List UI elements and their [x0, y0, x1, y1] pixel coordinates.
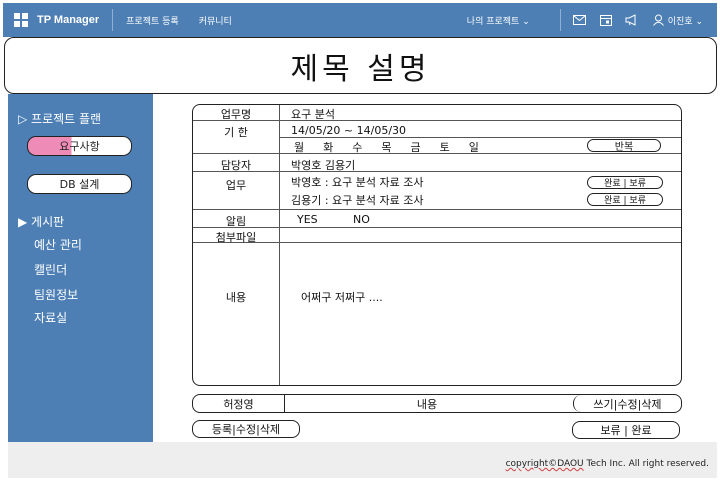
user-name: 이진호 ⌄ — [667, 16, 703, 27]
label-period: 기 한 — [224, 126, 248, 139]
user-menu[interactable]: 이진호 ⌄ — [652, 14, 703, 27]
task-item-2[interactable]: 김용기 : 요구 분석 자료 조사 — [291, 192, 424, 208]
footer: copyright©DAOU Tech Inc. All right reser… — [8, 442, 717, 478]
weekday-wed[interactable]: 수 — [352, 141, 362, 154]
nav-project-register[interactable]: 프로젝트 등록 — [126, 14, 179, 27]
sidebar-item-board[interactable]: ▶ 게시판 — [18, 213, 64, 230]
weekday-tue[interactable]: 화 — [323, 141, 333, 154]
row-period: 기 한 14/05/20 ~ 14/05/30 월 화 수 목 금 토 일 반복 — [193, 121, 681, 154]
copyright-text: copyright©DAOU Tech Inc. All right reser… — [505, 459, 709, 469]
row-owner: 담당자 박영호 김용기 — [193, 154, 681, 172]
row-attachment: 첨부파일 — [193, 228, 681, 244]
divider — [112, 9, 114, 31]
row-task: 업무 박영호 : 요구 분석 자료 조사 완료 | 보류 김용기 : 요구 분석… — [193, 172, 681, 210]
weekday-selector[interactable]: 월화수목금토일 — [294, 139, 479, 155]
comment-content[interactable]: 내용 — [285, 395, 569, 412]
megaphone-icon[interactable] — [625, 13, 639, 27]
repeat-button[interactable]: 반복 — [587, 139, 661, 153]
weekday-sun[interactable]: 일 — [469, 141, 479, 154]
top-nav-bar: TP Manager 프로젝트 등록 커뮤니티 나의 프로젝트 ⌄ 이진호 ⌄ — [3, 3, 717, 37]
task-name-value[interactable]: 요구 분석 — [291, 106, 335, 122]
weekday-sat[interactable]: 토 — [440, 141, 450, 154]
divider — [559, 9, 561, 31]
label-content: 내용 — [225, 291, 247, 304]
main-content: 업무명 요구 분석 기 한 14/05/20 ~ 14/05/30 월 화 수 목 금 토… — [153, 94, 693, 442]
app-name[interactable]: TP Manager — [37, 14, 99, 26]
row-task-name: 업무명 요구 분석 — [193, 105, 681, 121]
weekday-fri[interactable]: 금 — [411, 141, 421, 154]
page-title: 제목 설명 — [290, 51, 431, 87]
sidebar-item-calendar[interactable]: 캘린더 — [34, 261, 67, 278]
comment-actions[interactable]: 쓰기|수정|삭제 — [573, 395, 681, 412]
task-1-status-toggle[interactable]: 완료 | 보류 — [587, 176, 663, 189]
page-title-box: 제목 설명 — [4, 37, 717, 94]
nav-community[interactable]: 커뮤니티 — [199, 14, 232, 27]
weekday-thu[interactable]: 목 — [381, 141, 391, 154]
alarm-no-option[interactable]: NO — [353, 213, 370, 226]
period-value[interactable]: 14/05/20 ~ 14/05/30 — [291, 124, 406, 137]
sidebar-item-project-plan[interactable]: ▷ 프로젝트 플랜 — [18, 110, 101, 127]
requirements-button[interactable]: 요구사항 — [27, 136, 132, 156]
user-icon — [652, 14, 664, 26]
sidebar: ▷ 프로젝트 플랜 요구사항 DB 설계 ▶ 게시판 예산 관리 캘린더 팀원정… — [8, 94, 153, 442]
label-attachment: 첨부파일 — [215, 231, 257, 244]
comment-writer: 허정영 — [193, 395, 285, 412]
label-task: 업무 — [225, 179, 247, 192]
hold-complete-buttons[interactable]: 보류 | 완료 — [572, 421, 680, 439]
grid-icon[interactable] — [14, 13, 28, 27]
weekday-mon[interactable]: 월 — [294, 141, 304, 154]
label-owner: 담당자 — [220, 159, 252, 172]
comment-bar: 허정영 내용 쓰기|수정|삭제 — [192, 394, 682, 413]
content-text[interactable]: 어쩌구 저쩌구 .... — [301, 289, 383, 305]
mail-icon[interactable] — [573, 13, 587, 27]
my-projects-dropdown[interactable]: 나의 프로젝트 ⌄ — [467, 14, 530, 27]
label-alarm: 알림 — [225, 215, 247, 228]
calendar-icon[interactable] — [599, 13, 613, 27]
row-alarm: 알림 YES NO — [193, 210, 681, 228]
task-2-status-toggle[interactable]: 완료 | 보류 — [587, 193, 663, 206]
register-edit-delete-buttons[interactable]: 등록|수정|삭제 — [192, 420, 300, 438]
owner-value[interactable]: 박영호 김용기 — [291, 157, 355, 173]
label-task-name: 업무명 — [220, 108, 252, 121]
task-item-1[interactable]: 박영호 : 요구 분석 자료 조사 — [291, 174, 424, 190]
sidebar-item-archive[interactable]: 자료실 — [34, 309, 67, 326]
sidebar-item-budget[interactable]: 예산 관리 — [34, 236, 82, 253]
task-form: 업무명 요구 분석 기 한 14/05/20 ~ 14/05/30 월 화 수 목 금 토… — [192, 104, 682, 386]
db-design-button[interactable]: DB 설계 — [27, 174, 132, 194]
sidebar-item-team-info[interactable]: 팀원정보 — [34, 286, 78, 303]
alarm-yes-option[interactable]: YES — [297, 213, 318, 226]
